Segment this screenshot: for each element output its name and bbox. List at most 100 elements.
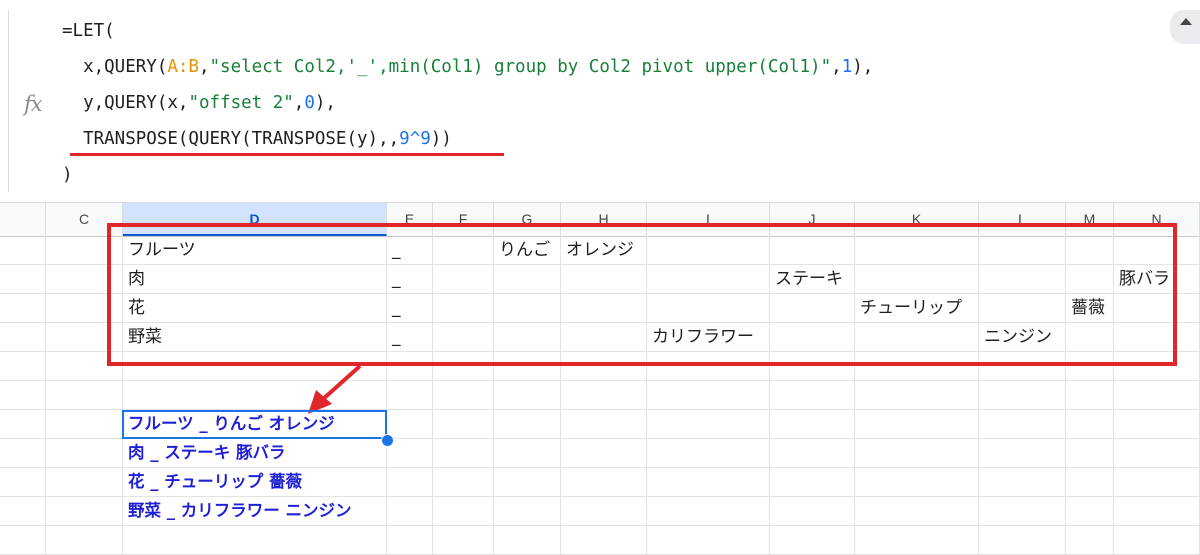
- grid-cell[interactable]: [855, 497, 979, 525]
- grid-cell[interactable]: [1114, 526, 1200, 554]
- result-cell[interactable]: 野菜 _ カリフラワー ニンジン: [123, 497, 387, 525]
- formula-token: A:B: [167, 57, 199, 77]
- grid-cell[interactable]: [561, 381, 647, 409]
- grid-cell[interactable]: [1114, 439, 1200, 467]
- grid-cell[interactable]: [561, 410, 647, 438]
- grid-cell[interactable]: [855, 526, 979, 554]
- grid-cell[interactable]: [494, 497, 561, 525]
- grid-cell[interactable]: [855, 381, 979, 409]
- grid-cell[interactable]: [647, 468, 770, 496]
- grid-cell[interactable]: [494, 468, 561, 496]
- formula-token: )): [430, 129, 452, 149]
- formula-token: x,QUERY(: [62, 57, 168, 77]
- grid-cell[interactable]: [561, 526, 647, 554]
- grid-cell[interactable]: [494, 410, 561, 438]
- fill-handle[interactable]: [381, 434, 394, 447]
- grid-cell[interactable]: [979, 526, 1066, 554]
- grid-cell[interactable]: [433, 410, 494, 438]
- grid-cell[interactable]: [0, 294, 46, 322]
- grid-cell[interactable]: [979, 381, 1066, 409]
- grid-cell[interactable]: [855, 410, 979, 438]
- grid-cell[interactable]: [1066, 497, 1114, 525]
- grid-cell[interactable]: [387, 381, 433, 409]
- grid-cell[interactable]: [433, 497, 494, 525]
- grid-cell[interactable]: [0, 497, 46, 525]
- grid-cell[interactable]: [1114, 497, 1200, 525]
- grid-cell[interactable]: [647, 526, 770, 554]
- table-row: 花 _ チューリップ 薔薇: [0, 468, 1200, 497]
- grid-cell[interactable]: [0, 468, 46, 496]
- grid-cell[interactable]: [494, 526, 561, 554]
- grid-cell[interactable]: [0, 265, 46, 293]
- grid-cell[interactable]: [979, 497, 1066, 525]
- table-row: 野菜 _ カリフラワー ニンジン: [0, 497, 1200, 526]
- grid-cell[interactable]: [561, 468, 647, 496]
- grid-cell[interactable]: [0, 410, 46, 438]
- grid-cell[interactable]: [855, 468, 979, 496]
- grid-cell[interactable]: [123, 526, 387, 554]
- formula-bar[interactable]: fx =LET( x,QUERY(A:B,"select Col2,'_',mi…: [0, 0, 1200, 200]
- grid-cell[interactable]: [0, 323, 46, 351]
- formula-token: "offset 2": [188, 93, 294, 113]
- grid-cell[interactable]: [433, 381, 494, 409]
- grid-cell[interactable]: [770, 526, 855, 554]
- grid-cell[interactable]: [979, 410, 1066, 438]
- grid-cell[interactable]: [1066, 526, 1114, 554]
- grid-cell[interactable]: [770, 439, 855, 467]
- grid-cell[interactable]: [647, 381, 770, 409]
- grid-cell[interactable]: [46, 381, 123, 409]
- grid-cell[interactable]: [1066, 381, 1114, 409]
- spreadsheet-grid[interactable]: CDEFGHIJKLMN フルーツ _ りんご オレンジ肉 _ ステーキ 豚バラ花 _ チューリ…: [0, 202, 1200, 555]
- grid-cell[interactable]: [387, 410, 433, 438]
- formula-token: ,: [831, 57, 842, 77]
- grid-cell[interactable]: [433, 439, 494, 467]
- grid-cell[interactable]: [855, 439, 979, 467]
- grid-cell[interactable]: [770, 381, 855, 409]
- formula-line-1: =LET(: [62, 20, 115, 42]
- grid-cell[interactable]: [770, 468, 855, 496]
- grid-cell[interactable]: [770, 497, 855, 525]
- grid-cell[interactable]: [561, 439, 647, 467]
- result-cell[interactable]: 花 _ チューリップ 薔薇: [123, 468, 387, 496]
- grid-cell[interactable]: [494, 381, 561, 409]
- selected-cell-D9[interactable]: [122, 410, 387, 439]
- grid-cell[interactable]: [1114, 468, 1200, 496]
- grid-cell[interactable]: [979, 468, 1066, 496]
- grid-cell[interactable]: [1066, 410, 1114, 438]
- grid-cell[interactable]: [1114, 410, 1200, 438]
- corner-header[interactable]: [0, 203, 46, 236]
- formula-token: ),: [314, 93, 336, 113]
- grid-cell[interactable]: [0, 526, 46, 554]
- collapse-formula-bar-button[interactable]: [1170, 10, 1200, 44]
- grid-cell[interactable]: [387, 497, 433, 525]
- grid-cell[interactable]: [387, 439, 433, 467]
- result-cell[interactable]: 肉 _ ステーキ 豚バラ: [123, 439, 387, 467]
- grid-cell[interactable]: [647, 439, 770, 467]
- grid-cell[interactable]: [46, 468, 123, 496]
- grid-cell[interactable]: [561, 497, 647, 525]
- table-row: 肉 _ ステーキ 豚バラ: [0, 439, 1200, 468]
- grid-cell[interactable]: [433, 526, 494, 554]
- grid-cell[interactable]: [0, 352, 46, 380]
- grid-cell[interactable]: [46, 497, 123, 525]
- formula-token: ,: [293, 93, 305, 113]
- grid-cell[interactable]: [494, 439, 561, 467]
- grid-cell[interactable]: [647, 410, 770, 438]
- grid-cell[interactable]: [1114, 381, 1200, 409]
- grid-cell[interactable]: [387, 468, 433, 496]
- grid-cell[interactable]: [0, 381, 46, 409]
- grid-cell[interactable]: [647, 497, 770, 525]
- grid-cell[interactable]: [0, 439, 46, 467]
- grid-cell[interactable]: [1066, 439, 1114, 467]
- formula-token: TRANSPOSE(QUERY(TRANSPOSE(y),,: [62, 129, 400, 149]
- grid-cell[interactable]: [433, 468, 494, 496]
- grid-cell[interactable]: [46, 526, 123, 554]
- grid-cell[interactable]: [46, 410, 123, 438]
- grid-cell[interactable]: [1066, 468, 1114, 496]
- grid-cell[interactable]: [979, 439, 1066, 467]
- grid-cell[interactable]: [770, 410, 855, 438]
- table-row: [0, 526, 1200, 555]
- grid-cell[interactable]: [46, 439, 123, 467]
- grid-cell[interactable]: [0, 236, 46, 264]
- grid-cell[interactable]: [387, 526, 433, 554]
